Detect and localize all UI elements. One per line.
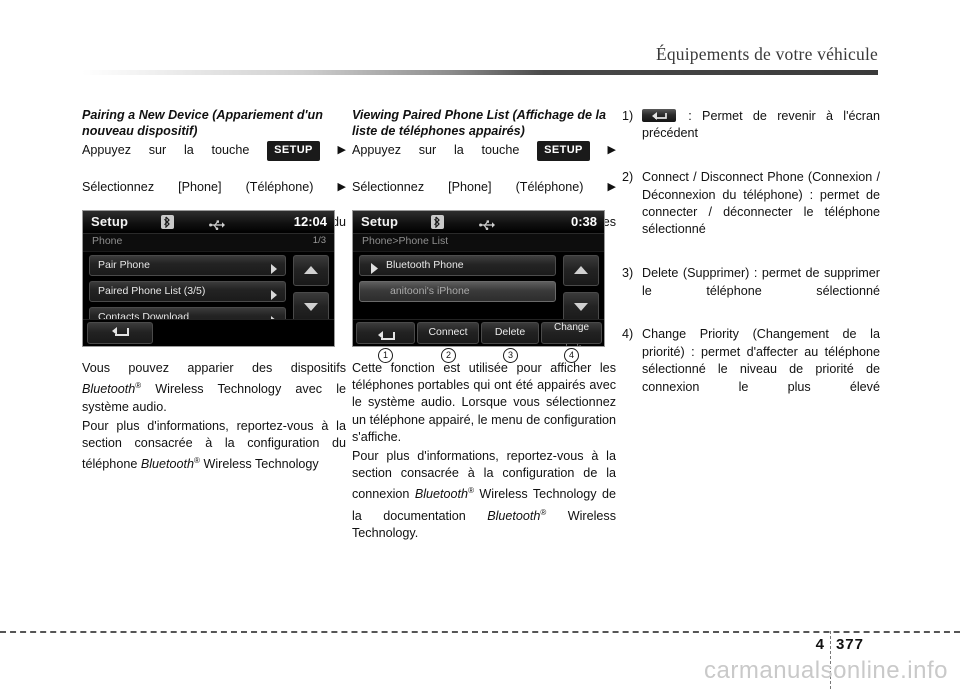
button-label-line1: Change xyxy=(553,322,590,333)
legend-item-4: 4) Change Priority (Changement de la pri… xyxy=(622,326,880,413)
screen2-clock: 0:38 xyxy=(570,214,597,229)
legend-text: : Permet de revenir à l'écran précédent xyxy=(642,109,880,141)
usb-icon xyxy=(209,217,225,235)
arrow-right-icon: ▶ xyxy=(607,144,617,156)
legend-text: Delete (Supprimer) : permet de supprimer… xyxy=(642,266,880,298)
watermark: carmanualsonline.info xyxy=(704,657,948,684)
button-legend-list: 1) : Permet de revenir à l'écran précéde… xyxy=(622,108,880,414)
legend-text: Change Priority (Changement de la priori… xyxy=(642,327,880,394)
viewing-step2: Sélectionnez [Phone] (Téléphone) xyxy=(352,180,584,195)
bluetooth-icon xyxy=(431,215,444,229)
screen1-bottom-bar xyxy=(83,319,334,346)
screen2-delete-button[interactable]: Delete xyxy=(481,322,539,344)
button-label-line2: priority xyxy=(542,344,601,346)
scroll-up-button[interactable] xyxy=(563,255,599,286)
legend-number: 1) xyxy=(622,109,634,123)
viewing-para-2: Pour plus d'informations, reportez-vous … xyxy=(352,449,616,541)
pairing-step2: Sélectionnez [Phone] (Téléphone) xyxy=(82,180,314,195)
screen1-page-indicator: 1/3 xyxy=(312,235,326,246)
screen2-breadcrumb-bar: Phone>Phone List xyxy=(353,234,604,252)
header-rule xyxy=(82,70,878,75)
scroll-up-button[interactable] xyxy=(293,255,329,286)
legend-item-1: 1) : Permet de revenir à l'écran précéde… xyxy=(622,108,880,160)
screen2-breadcrumb: Phone>Phone List xyxy=(362,235,449,247)
screen1-row-pair-phone[interactable]: Pair Phone xyxy=(89,255,286,276)
page-number: 4 377 xyxy=(816,636,864,653)
column-left-lower: Vous pouvez apparier des dispositifs Blu… xyxy=(82,360,346,476)
arrow-right-icon-2: ▶ xyxy=(337,181,346,194)
legend-number: 4) xyxy=(622,327,634,342)
screen2-row-anitoonis-iphone[interactable]: anitooni's iPhone xyxy=(359,281,556,302)
list-item-label: anitooni's iPhone xyxy=(390,285,470,297)
screen1-back-button[interactable] xyxy=(87,322,153,344)
screen1-breadcrumb: Phone xyxy=(92,235,123,247)
screen2-row-bluetooth-phone[interactable]: Bluetooth Phone xyxy=(359,255,556,276)
viewing-para-1: Cette fonction est utilisée pour affiche… xyxy=(352,361,616,444)
footer-divider xyxy=(0,631,960,633)
bluetooth-icon xyxy=(161,215,174,229)
button-label: Change priority xyxy=(542,322,601,346)
screen2-title: Setup xyxy=(361,214,399,229)
setup-key-badge: SETUP xyxy=(537,141,590,162)
back-icon xyxy=(88,326,152,341)
pairing-step1-prefix: Appuyez sur la touche xyxy=(82,143,250,157)
column-middle-lower: Cette fonction est utilisée pour affiche… xyxy=(352,360,616,544)
chapter-number: 4 xyxy=(815,636,825,653)
legend-item-3: 3) Delete (Supprimer) : permet de suppri… xyxy=(622,265,880,317)
screen1-clock: 12:04 xyxy=(293,214,327,229)
list-item-label: Paired Phone List (3/5) xyxy=(98,285,206,297)
screen1-title: Setup xyxy=(91,214,129,229)
chevron-right-icon xyxy=(270,261,278,279)
legend-number: 2) xyxy=(622,170,634,185)
bluetooth-wordmark: Bluetooth xyxy=(487,509,541,523)
scroll-up-arrow-icon xyxy=(573,262,589,280)
list-item-label: Pair Phone xyxy=(98,259,150,271)
screen1-statusbar: Setup 12:04 xyxy=(83,211,334,234)
screen2-connect-button[interactable]: Connect xyxy=(417,322,479,344)
button-label: Connect xyxy=(428,326,468,338)
device-screen-phone-list: Setup 0:38 Phone>Phone List Bluetooth Ph… xyxy=(352,210,605,347)
usb-icon xyxy=(479,217,495,235)
screen2-statusbar: Setup 0:38 xyxy=(353,211,604,234)
back-icon xyxy=(357,326,414,345)
page-number-value: 377 xyxy=(835,636,864,653)
legend-text: Connect / Disconnect Phone (Connexion / … xyxy=(642,170,880,237)
list-item-label: Bluetooth Phone xyxy=(386,259,464,271)
bluetooth-wordmark: Bluetooth xyxy=(82,382,136,397)
column-right: 1) : Permet de revenir à l'écran précéde… xyxy=(622,108,880,423)
screen1-row-paired-phone-list[interactable]: Paired Phone List (3/5) xyxy=(89,281,286,302)
screen2-change-priority-button[interactable]: Change priority xyxy=(541,322,602,346)
legend-item-2: 2) Connect / Disconnect Phone (Connexion… xyxy=(622,169,880,256)
scroll-up-arrow-icon xyxy=(303,262,319,280)
arrow-right-icon-2: ▶ xyxy=(607,181,616,194)
pairing-para-2: Pour plus d'informations, reportez-vous … xyxy=(82,418,346,472)
screen2-bottom-bar: Connect Delete Change priority xyxy=(353,319,604,346)
setup-key-badge: SETUP xyxy=(267,141,320,162)
scroll-down-arrow-icon xyxy=(573,299,589,317)
manual-page: Équipements de votre véhicule Pairing a … xyxy=(0,0,960,689)
device-screen-setup-phone: Setup 12:04 Phone 1/3 Pair Phone Paired … xyxy=(82,210,335,347)
bluetooth-wordmark: Bluetooth xyxy=(140,457,195,472)
legend-number: 3) xyxy=(622,266,634,281)
scroll-down-arrow-icon xyxy=(303,299,319,317)
page-title: Équipements de votre véhicule xyxy=(655,44,878,64)
arrow-right-icon: ▶ xyxy=(337,144,347,156)
screen1-breadcrumb-bar: Phone 1/3 xyxy=(83,234,334,252)
screen2-back-button[interactable] xyxy=(356,322,415,344)
section-title-viewing: Viewing Paired Phone List (Affichage de … xyxy=(352,108,607,138)
section-title-pairing: Pairing a New Device (Appariement d'un n… xyxy=(82,108,323,138)
pairing-para-1: Vous pouvez apparier des dispositifs Blu… xyxy=(82,361,346,414)
back-arrow-key-icon xyxy=(642,109,676,123)
viewing-step1-prefix: Appuyez sur la touche xyxy=(352,143,520,157)
button-label: Delete xyxy=(494,326,526,338)
play-triangle-icon xyxy=(370,261,379,279)
bluetooth-wordmark: Bluetooth xyxy=(414,487,469,502)
chevron-right-icon xyxy=(270,287,278,305)
